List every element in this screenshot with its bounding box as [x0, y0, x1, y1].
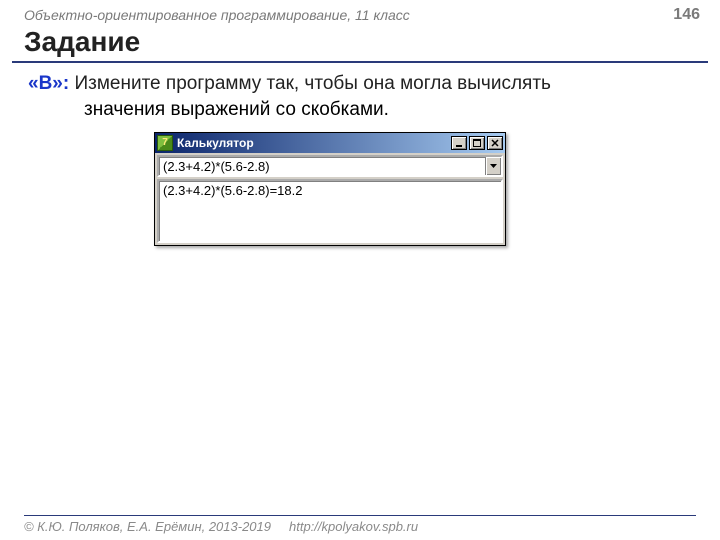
expression-combobox[interactable]: (2.3+4.2)*(5.6-2.8): [157, 155, 503, 177]
copyright: © К.Ю. Поляков, Е.А. Ерёмин, 2013-2019: [24, 519, 271, 534]
task-line-2: значения выражений со скобками.: [28, 97, 692, 123]
task-text: «B»: Измените программу так, чтобы она м…: [28, 71, 692, 97]
footer: © К.Ю. Поляков, Е.А. Ерёмин, 2013-2019 h…: [0, 515, 720, 534]
footer-url: http://kpolyakov.spb.ru: [289, 519, 418, 534]
slide-header: Объектно-ориентированное программировани…: [0, 0, 720, 26]
app-icon: 7: [157, 135, 173, 151]
page-title: Задание: [0, 26, 720, 61]
page-number: 146: [673, 6, 700, 24]
minimize-button[interactable]: [451, 136, 467, 150]
title-rule: [12, 61, 708, 63]
result-output: (2.3+4.2)*(5.6-2.8)=18.2: [157, 179, 503, 243]
screenshot-wrap: 7 Калькулятор: [154, 132, 692, 246]
expression-input[interactable]: (2.3+4.2)*(5.6-2.8): [159, 157, 485, 175]
maximize-icon: [473, 139, 481, 147]
window-caption: Калькулятор: [177, 136, 449, 150]
task-line-1: Измените программу так, чтобы она могла …: [74, 73, 550, 94]
dropdown-button[interactable]: [485, 157, 501, 175]
app-window: 7 Калькулятор: [154, 132, 506, 246]
result-text: (2.3+4.2)*(5.6-2.8)=18.2: [163, 183, 302, 198]
chevron-down-icon: [490, 164, 497, 168]
task-label: «B»:: [28, 73, 69, 94]
slide: Объектно-ориентированное программировани…: [0, 0, 720, 540]
body: «B»: Измените программу так, чтобы она м…: [0, 71, 720, 246]
close-button[interactable]: [487, 136, 503, 150]
titlebar[interactable]: 7 Калькулятор: [155, 133, 505, 153]
footer-rule: [24, 515, 696, 516]
minimize-icon: [455, 139, 463, 147]
maximize-button[interactable]: [469, 136, 485, 150]
window-buttons: [449, 136, 503, 150]
close-icon: [491, 139, 499, 147]
footer-text: © К.Ю. Поляков, Е.А. Ерёмин, 2013-2019 h…: [24, 519, 696, 534]
course-name: Объектно-ориентированное программировани…: [24, 7, 410, 23]
client-area: (2.3+4.2)*(5.6-2.8) (2.3+4.2)*(5.6-2.8)=…: [155, 153, 505, 245]
